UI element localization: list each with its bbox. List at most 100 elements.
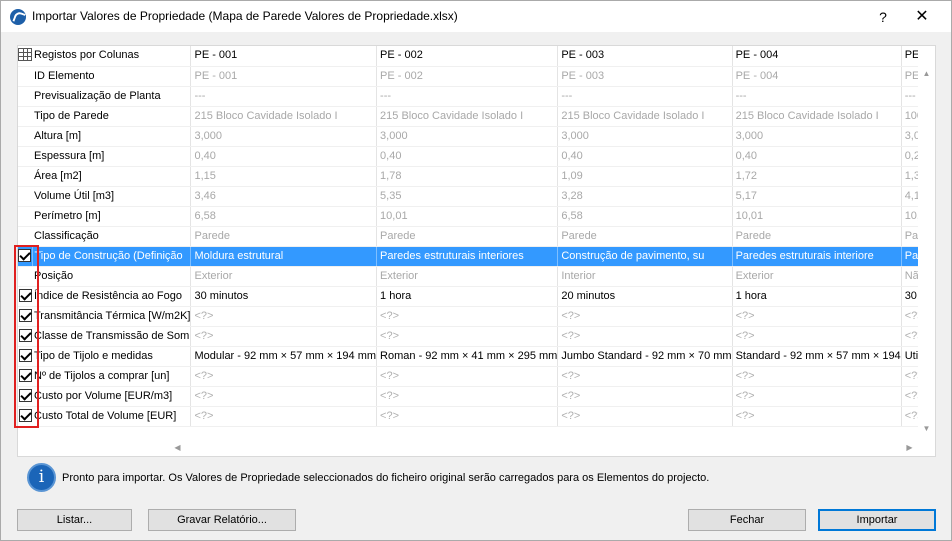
save-report-button[interactable]: Gravar Relatório... bbox=[148, 509, 296, 531]
property-value-cell[interactable]: 3,000 bbox=[732, 126, 902, 147]
property-value-cell[interactable]: Paredes estruturais interiore bbox=[732, 246, 902, 267]
property-value-cell[interactable]: Paredes estruturais interiores bbox=[376, 246, 559, 267]
row-checkbox-cell[interactable] bbox=[18, 346, 32, 367]
property-value-cell[interactable]: Paredes estruturais interiores bbox=[901, 246, 919, 267]
import-checkbox[interactable] bbox=[18, 308, 32, 322]
table-row[interactable]: Nº de Tijolos a comprar [un] <?> <?> <?> <?>… bbox=[18, 366, 919, 387]
property-value-cell[interactable]: 215 Bloco Cavidade Isolado I bbox=[732, 106, 902, 127]
property-value-cell[interactable]: 3,000 bbox=[557, 126, 733, 147]
property-value-cell[interactable]: <?> bbox=[901, 366, 919, 387]
table-row[interactable]: Perímetro [m]6,5810,016,5810,0110,18 bbox=[18, 206, 919, 227]
property-value-cell[interactable]: 1 hora bbox=[376, 286, 559, 307]
property-value-cell[interactable]: <?> bbox=[190, 406, 378, 427]
column-header[interactable]: PE - 002 bbox=[376, 46, 559, 67]
property-value-cell[interactable]: <?> bbox=[376, 306, 559, 327]
table-row[interactable]: Tipo de Construção (Definição Moldura est… bbox=[18, 246, 919, 267]
table-row[interactable]: Tipo de Tijolo e medidas Modular - 92 mm … bbox=[18, 346, 919, 367]
column-header[interactable]: PE - 001 bbox=[190, 46, 378, 67]
property-value-cell[interactable]: 1,09 bbox=[557, 166, 733, 187]
property-value-cell[interactable]: 1,38 bbox=[901, 166, 919, 187]
import-checkbox[interactable] bbox=[18, 388, 32, 402]
property-value-cell[interactable]: PE - 004 bbox=[732, 66, 902, 87]
horizontal-scrollbar[interactable]: ◀ ▶ bbox=[18, 439, 935, 456]
row-checkbox-cell[interactable] bbox=[18, 246, 33, 267]
property-value-cell[interactable]: 1 hora bbox=[732, 286, 902, 307]
property-value-cell[interactable]: <?> bbox=[732, 406, 902, 427]
property-value-cell[interactable]: --- bbox=[557, 86, 733, 107]
property-value-cell[interactable]: 10,01 bbox=[376, 206, 559, 227]
property-value-cell[interactable]: Parede bbox=[732, 226, 902, 247]
property-value-cell[interactable]: PE - 002 bbox=[376, 66, 559, 87]
property-value-cell[interactable]: <?> bbox=[190, 326, 378, 347]
close-button[interactable]: Fechar bbox=[688, 509, 806, 531]
vertical-scrollbar[interactable]: ▲ ▼ bbox=[918, 46, 935, 439]
property-value-cell[interactable]: <?> bbox=[732, 306, 902, 327]
property-value-cell[interactable]: 4,14 bbox=[901, 186, 919, 207]
import-checkbox[interactable] bbox=[18, 288, 32, 302]
close-window-button[interactable]: ✕ bbox=[909, 7, 935, 27]
table-row[interactable]: Custo por Volume [EUR/m3]<?><?><?><?><?> bbox=[18, 386, 919, 407]
property-value-cell[interactable]: 0,40 bbox=[557, 146, 733, 167]
property-value-cell[interactable]: 5,17 bbox=[732, 186, 902, 207]
table-row[interactable]: Altura [m]3,0003,0003,0003,0003,000 bbox=[18, 126, 919, 147]
import-checkbox[interactable] bbox=[18, 348, 32, 362]
property-value-cell[interactable]: 30 minutos bbox=[190, 286, 378, 307]
property-value-cell[interactable]: --- bbox=[190, 86, 378, 107]
property-value-cell[interactable]: <?> bbox=[732, 326, 902, 347]
table-row[interactable]: Índice de Resistência ao Fogo 30 minutos 1… bbox=[18, 286, 919, 307]
property-value-cell[interactable]: 6,58 bbox=[190, 206, 378, 227]
property-value-cell[interactable]: 5,35 bbox=[376, 186, 559, 207]
property-value-cell[interactable]: 10,18 bbox=[901, 206, 919, 227]
property-value-cell[interactable]: PE - 005 bbox=[901, 66, 919, 87]
table-row[interactable]: Classe de Transmissão de Som <?> <?> <?> <?>… bbox=[18, 326, 919, 347]
table-row[interactable]: Tipo de Parede 215 Bloco Cavidade Isolado… bbox=[18, 106, 919, 127]
row-checkbox-cell[interactable] bbox=[18, 366, 32, 387]
property-value-cell[interactable]: 3,000 bbox=[190, 126, 378, 147]
property-value-cell[interactable]: <?> bbox=[732, 386, 902, 407]
property-value-cell[interactable]: 30 minutos bbox=[901, 286, 919, 307]
column-header[interactable]: PE - 005 bbox=[901, 46, 919, 67]
property-value-cell[interactable]: 100 Bloco Cavidade Isolado I bbox=[901, 106, 919, 127]
property-value-cell[interactable]: 215 Bloco Cavidade Isolado I bbox=[190, 106, 378, 127]
property-value-cell[interactable]: 3,000 bbox=[901, 126, 919, 147]
table-row[interactable]: Volume Útil [m3]3,465,353,285,174,14 bbox=[18, 186, 919, 207]
property-value-cell[interactable]: 10,01 bbox=[732, 206, 902, 227]
table-row[interactable]: Área [m2]1,151,781,091,721,38 bbox=[18, 166, 919, 187]
property-value-cell[interactable]: <?> bbox=[901, 406, 919, 427]
property-value-cell[interactable]: 215 Bloco Cavidade Isolado I bbox=[557, 106, 733, 127]
property-value-cell[interactable]: <?> bbox=[557, 306, 733, 327]
import-checkbox[interactable] bbox=[18, 408, 32, 422]
row-checkbox-cell[interactable] bbox=[18, 406, 32, 427]
property-value-cell[interactable]: 215 Bloco Cavidade Isolado I bbox=[376, 106, 559, 127]
property-value-cell[interactable]: <?> bbox=[557, 406, 733, 427]
property-value-cell[interactable]: PE - 003 bbox=[557, 66, 733, 87]
list-button[interactable]: Listar... bbox=[17, 509, 132, 531]
property-value-cell[interactable]: 3,46 bbox=[190, 186, 378, 207]
property-value-cell[interactable]: Exterior bbox=[732, 266, 902, 287]
property-value-cell[interactable]: Construção de pavimento, su bbox=[557, 246, 733, 267]
property-value-cell[interactable]: <?> bbox=[376, 386, 559, 407]
property-value-cell[interactable]: 0,40 bbox=[732, 146, 902, 167]
table-row[interactable]: ID Elemento PE - 001 PE - 002 PE - 003 PE - … bbox=[18, 66, 919, 87]
property-value-cell[interactable]: 0,29 bbox=[901, 146, 919, 167]
help-button[interactable]: ? bbox=[873, 7, 893, 27]
property-value-cell[interactable]: Não definido bbox=[901, 266, 919, 287]
property-value-cell[interactable]: <?> bbox=[901, 326, 919, 347]
row-checkbox-cell[interactable] bbox=[18, 306, 32, 327]
property-value-cell[interactable]: 1,78 bbox=[376, 166, 559, 187]
table-row[interactable]: Custo Total de Volume [EUR] <?> <?> <?> <?> <… bbox=[18, 406, 919, 427]
row-checkbox-cell[interactable] bbox=[18, 326, 32, 347]
property-value-cell[interactable]: <?> bbox=[557, 366, 733, 387]
table-row[interactable]: Previsualização de Planta --- --- --- --- --- bbox=[18, 86, 919, 107]
property-value-cell[interactable]: Parede bbox=[376, 226, 559, 247]
property-value-cell[interactable]: Standard - 92 mm × 57 mm × 194 bbox=[732, 346, 902, 367]
column-header[interactable]: PE - 004 bbox=[732, 46, 902, 67]
scroll-up-arrow-icon[interactable]: ▲ bbox=[918, 65, 935, 82]
property-value-cell[interactable]: Parede bbox=[901, 226, 919, 247]
property-value-cell[interactable]: 20 minutos bbox=[557, 286, 733, 307]
property-value-cell[interactable]: Exterior bbox=[376, 266, 559, 287]
property-value-cell[interactable]: <?> bbox=[901, 306, 919, 327]
import-checkbox[interactable] bbox=[18, 368, 32, 382]
property-value-cell[interactable]: 1,72 bbox=[732, 166, 902, 187]
property-value-cell[interactable]: Roman - 92 mm × 41 mm × 295 mm bbox=[376, 346, 559, 367]
